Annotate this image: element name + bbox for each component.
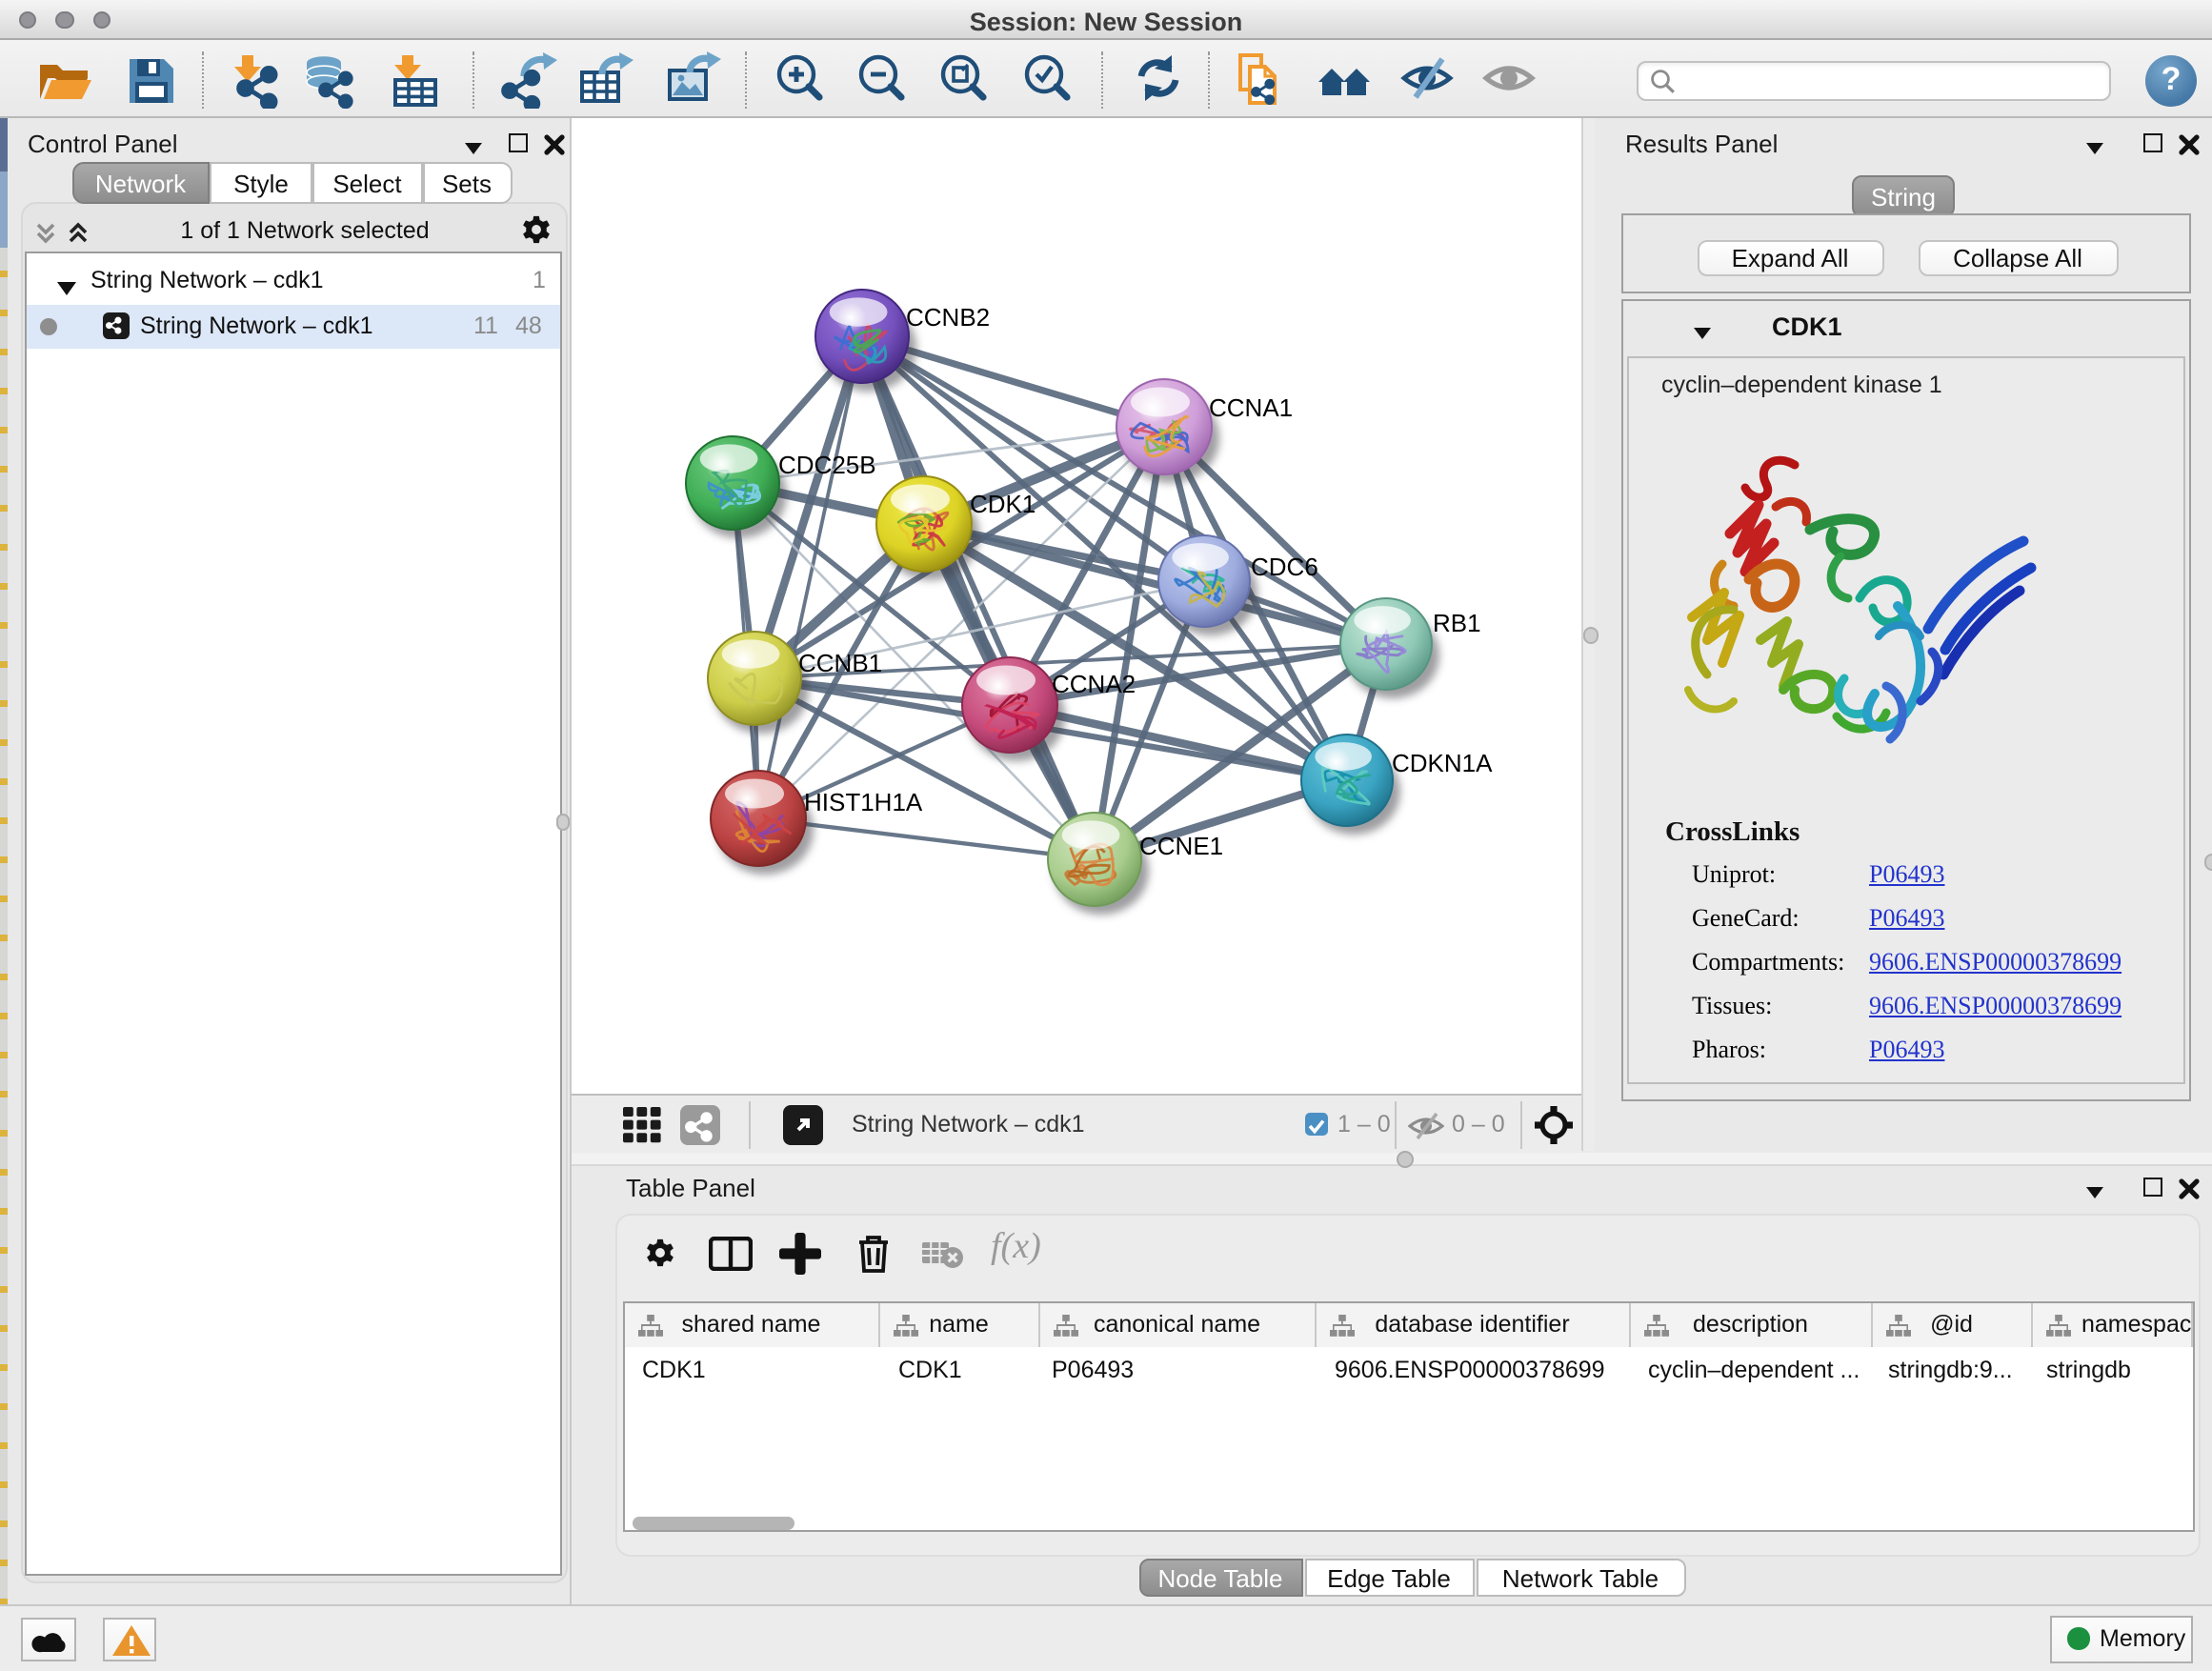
svg-text:CCNB2: CCNB2 <box>906 303 990 332</box>
svg-text:CDC6: CDC6 <box>1251 553 1318 581</box>
svg-text:CCNA1: CCNA1 <box>1209 393 1293 422</box>
svg-text:CCNE1: CCNE1 <box>1139 832 1223 860</box>
svg-text:CDK1: CDK1 <box>970 490 1036 518</box>
svg-text:CCNB1: CCNB1 <box>798 649 882 677</box>
svg-text:RB1: RB1 <box>1433 609 1481 637</box>
svg-text:CDKN1A: CDKN1A <box>1392 749 1493 777</box>
svg-text:HIST1H1A: HIST1H1A <box>804 788 923 816</box>
svg-text:CDC25B: CDC25B <box>778 451 876 479</box>
svg-text:CCNA2: CCNA2 <box>1052 670 1136 698</box>
